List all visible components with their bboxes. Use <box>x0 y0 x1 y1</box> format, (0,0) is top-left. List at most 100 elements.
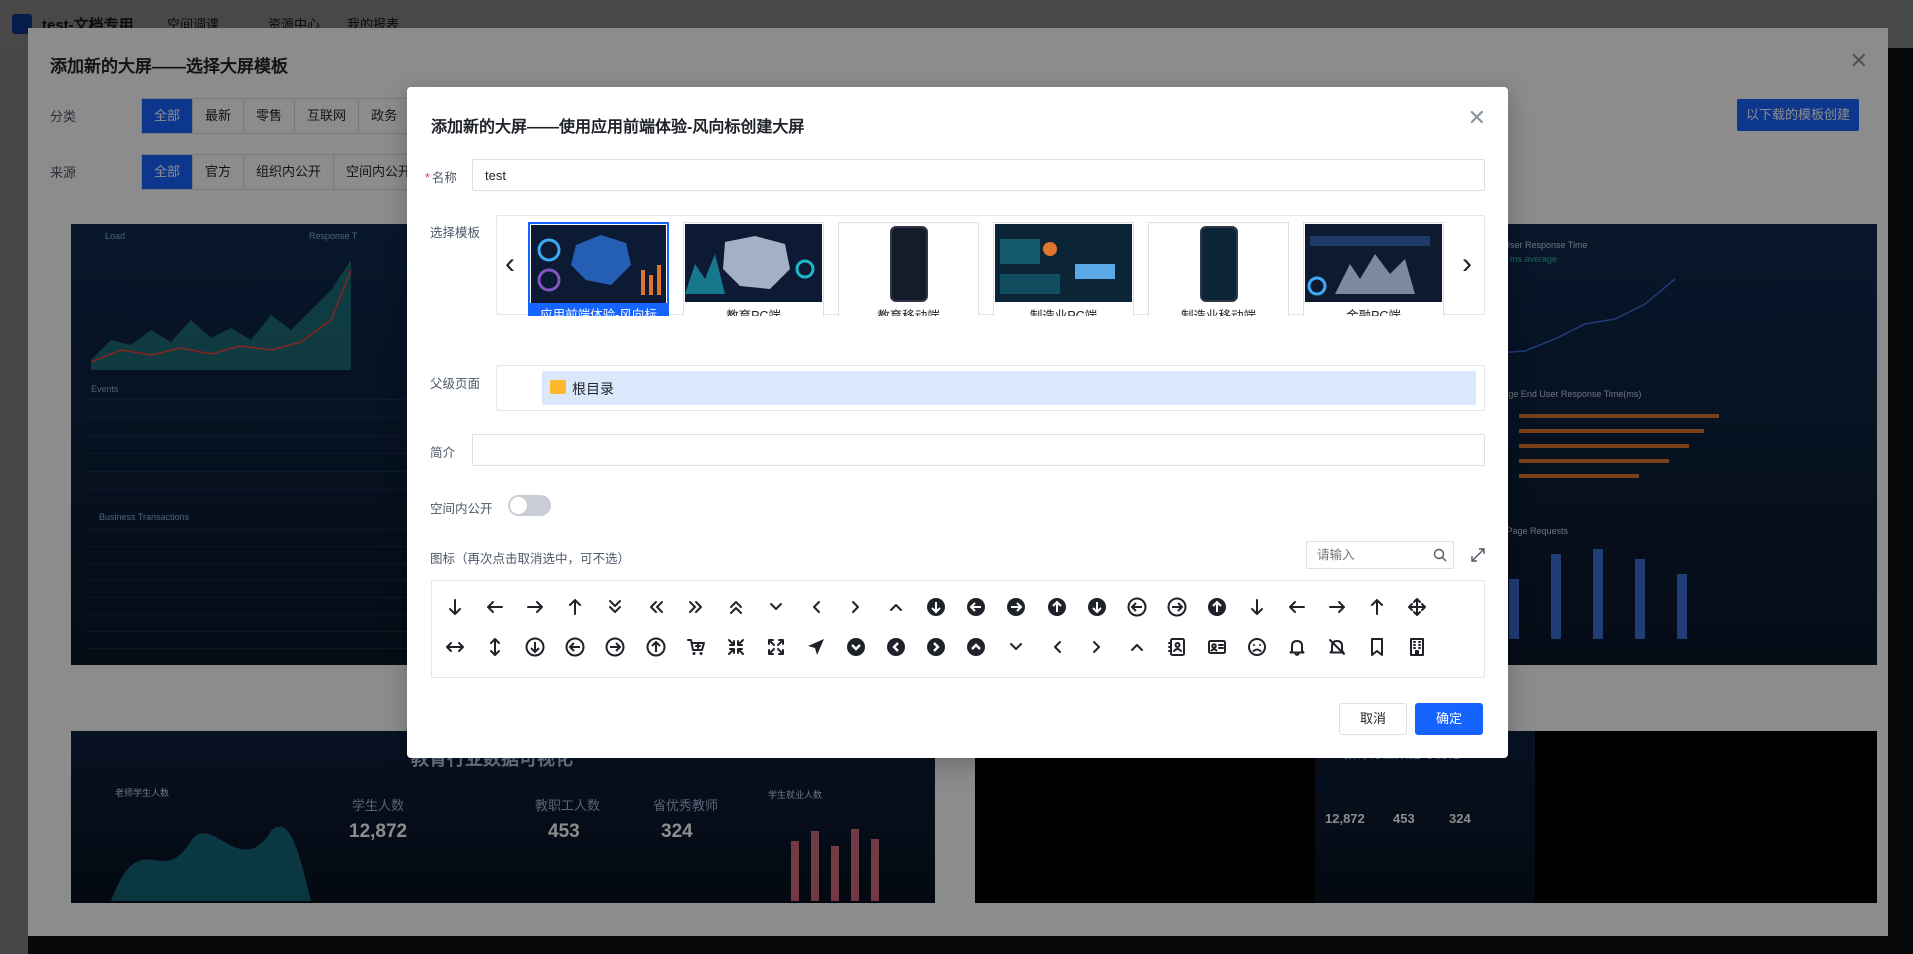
arrows-horizontal-icon[interactable] <box>440 632 470 662</box>
circle-arrow-left-alt-icon[interactable] <box>1122 592 1152 622</box>
template-caption-finance-pc: 金融PC端 <box>1346 309 1401 316</box>
frown-icon[interactable] <box>1242 632 1272 662</box>
circle-arrow-down-alt-icon[interactable] <box>1082 592 1112 622</box>
intro-label: 简介 <box>430 446 456 460</box>
circle-arrow-down-icon[interactable] <box>921 592 951 622</box>
chevron-down-icon[interactable] <box>761 592 791 622</box>
carousel-next-icon[interactable]: › <box>1462 249 1472 279</box>
confirm-button[interactable]: 确定 <box>1415 703 1483 735</box>
tree-node-root[interactable]: 根目录 <box>542 371 1476 405</box>
phone-frame <box>1199 226 1238 302</box>
template-thumb-finance-pc <box>1305 224 1442 302</box>
chevrons-up-icon[interactable] <box>721 592 751 622</box>
bell-slash-icon[interactable] <box>1322 632 1352 662</box>
arrow-down-icon[interactable] <box>440 672 470 677</box>
template-thumb-mfg-pc <box>995 224 1132 302</box>
tree-node-root-label: 根目录 <box>572 381 614 397</box>
address-book-icon[interactable] <box>1162 632 1192 662</box>
public-toggle[interactable] <box>508 495 551 516</box>
template-option-edu-mobile[interactable]: 教育移动端 <box>838 222 979 316</box>
template-caption-mfg-mobile: 制造业移动端 <box>1180 309 1256 316</box>
arrow-down-thin-icon[interactable] <box>1242 592 1272 622</box>
template-option-mfg-mobile[interactable]: 制造业移动端 <box>1148 222 1289 316</box>
arrow-right-thin-icon[interactable] <box>1322 592 1352 622</box>
circle-right-outline-icon[interactable] <box>600 632 630 662</box>
icon-label: 图标（再次点击取消选中，可不选） <box>430 552 631 566</box>
icon-search-input[interactable] <box>1307 542 1427 568</box>
circle-down-outline-icon[interactable] <box>520 632 550 662</box>
intro-input[interactable] <box>472 434 1485 466</box>
angle-up-icon[interactable] <box>1122 632 1152 662</box>
circle-arrow-up-icon[interactable] <box>1042 592 1072 622</box>
expand-icon[interactable] <box>1470 547 1486 563</box>
template-option-finance-pc[interactable]: 金融PC端 <box>1303 222 1444 316</box>
angle-down-icon[interactable] <box>1001 632 1031 662</box>
arrow-up-icon[interactable] <box>560 592 590 622</box>
bookmark-icon[interactable] <box>1362 632 1392 662</box>
template-carousel-track: 应用前端体验-风向标 教育PC端 教育移动端 制造业PC端 制造业移动端 金融P… <box>528 216 1452 316</box>
template-thumb-edu-pc <box>685 224 822 302</box>
arrow-left-thin-icon[interactable] <box>1282 592 1312 622</box>
chevrons-left-icon[interactable] <box>641 592 671 622</box>
cancel-button[interactable]: 取消 <box>1339 703 1407 735</box>
template-carousel: ‹ › 应用前端体验-风向标 教育PC端 教育移动端 制造业PC端 制造业移动端… <box>496 215 1485 316</box>
circle-chevron-left-icon[interactable] <box>881 632 911 662</box>
circle-arrow-right-icon[interactable] <box>1001 592 1031 622</box>
chevrons-left-icon[interactable] <box>641 672 671 677</box>
parent-label: 父级页面 <box>430 377 481 391</box>
expand-icon[interactable] <box>761 632 791 662</box>
template-caption-app-experience: 应用前端体验-风向标 <box>530 303 667 316</box>
name-input[interactable] <box>472 159 1485 191</box>
angle-right-icon[interactable] <box>1082 632 1112 662</box>
template-thumb-app-experience <box>531 225 666 303</box>
template-thumb-edu-mobile <box>840 224 977 302</box>
toggle-knob <box>510 497 527 514</box>
circle-left-outline-icon[interactable] <box>560 632 590 662</box>
arrow-left-icon[interactable] <box>480 592 510 622</box>
parent-tree: 根目录 <box>496 365 1485 411</box>
circle-arrow-up-alt-icon[interactable] <box>1202 592 1232 622</box>
icon-grid <box>431 580 1485 678</box>
address-card-icon[interactable] <box>1202 632 1232 662</box>
template-caption-edu-mobile: 教育移动端 <box>877 309 940 316</box>
angle-left-icon[interactable] <box>1042 632 1072 662</box>
arrow-left-icon[interactable] <box>480 672 510 677</box>
move-icon[interactable] <box>1402 592 1432 622</box>
location-arrow-icon[interactable] <box>801 632 831 662</box>
chevrons-down-icon[interactable] <box>600 592 630 622</box>
circle-chevron-down-icon[interactable] <box>841 632 871 662</box>
chevron-up-icon[interactable] <box>881 592 911 622</box>
close-icon[interactable]: ✕ <box>1468 105 1486 131</box>
arrow-up-icon[interactable] <box>560 672 590 677</box>
chevron-left-icon[interactable] <box>801 592 831 622</box>
template-option-mfg-pc[interactable]: 制造业PC端 <box>993 222 1134 316</box>
bell-icon[interactable] <box>1282 632 1312 662</box>
search-icon[interactable] <box>1433 548 1447 562</box>
chevron-right-icon[interactable] <box>841 592 871 622</box>
icon-search-box <box>1306 541 1454 569</box>
carousel-prev-icon[interactable]: ‹ <box>505 249 515 279</box>
name-label-text: 名称 <box>431 171 457 185</box>
arrow-right-icon[interactable] <box>520 672 550 677</box>
arrows-vertical-icon[interactable] <box>480 632 510 662</box>
public-label: 空间内公开 <box>430 502 493 516</box>
circle-arrow-right-alt-icon[interactable] <box>1162 592 1192 622</box>
template-option-edu-pc[interactable]: 教育PC端 <box>683 222 824 316</box>
template-caption-edu-pc: 教育PC端 <box>726 309 781 316</box>
chevrons-down-icon[interactable] <box>600 672 630 677</box>
circle-up-outline-icon[interactable] <box>641 632 671 662</box>
circle-chevron-up-icon[interactable] <box>961 632 991 662</box>
circle-arrow-left-icon[interactable] <box>961 592 991 622</box>
cart-plus-icon[interactable] <box>681 632 711 662</box>
folder-icon <box>550 380 566 394</box>
template-thumb-mfg-mobile <box>1150 224 1287 302</box>
building-icon[interactable] <box>1402 632 1432 662</box>
arrow-right-icon[interactable] <box>520 592 550 622</box>
arrow-down-icon[interactable] <box>440 592 470 622</box>
arrow-up-thin-icon[interactable] <box>1362 592 1392 622</box>
chevrons-right-icon[interactable] <box>681 592 711 622</box>
circle-chevron-right-icon[interactable] <box>921 632 951 662</box>
template-option-app-experience[interactable]: 应用前端体验-风向标 <box>528 222 669 316</box>
template-caption-mfg-pc: 制造业PC端 <box>1029 309 1098 316</box>
compress-icon[interactable] <box>721 632 751 662</box>
